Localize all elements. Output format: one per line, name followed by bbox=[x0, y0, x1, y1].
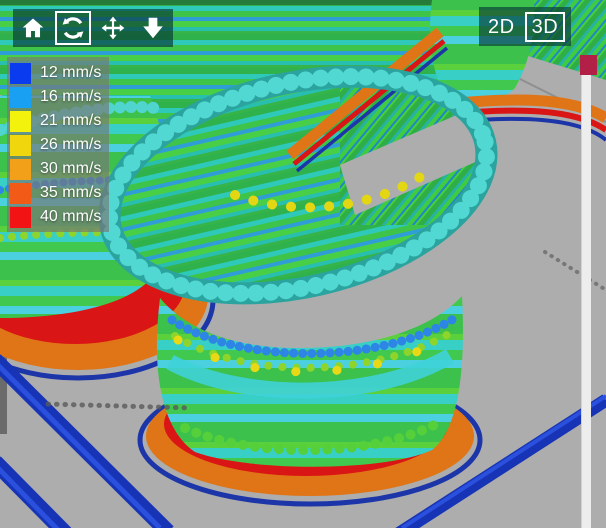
speed-legend: 12 mm/s 16 mm/s 21 mm/s 26 mm/s 30 mm/s … bbox=[7, 57, 109, 232]
view-toolbar bbox=[13, 9, 173, 47]
home-icon bbox=[20, 15, 46, 41]
legend-item: 35 mm/s bbox=[10, 181, 109, 205]
legend-swatch bbox=[10, 135, 31, 156]
legend-label: 30 mm/s bbox=[40, 160, 101, 178]
pan-button[interactable] bbox=[93, 9, 133, 47]
gcode-viewer-window: 2D 3D 12 mm/s 16 mm/s 21 mm/s 26 mm/s 30… bbox=[0, 0, 606, 528]
legend-swatch bbox=[10, 87, 31, 108]
rotate-button[interactable] bbox=[53, 9, 93, 47]
legend-label: 26 mm/s bbox=[40, 136, 101, 154]
legend-swatch bbox=[10, 159, 31, 180]
layer-slider-handle[interactable] bbox=[580, 55, 597, 75]
legend-label: 21 mm/s bbox=[40, 112, 101, 130]
view-3d-button[interactable]: 3D bbox=[525, 12, 566, 42]
legend-label: 12 mm/s bbox=[40, 64, 101, 82]
view-mode-toggle: 2D 3D bbox=[479, 7, 571, 46]
legend-label: 40 mm/s bbox=[40, 208, 101, 226]
lower-icon bbox=[140, 15, 166, 41]
legend-swatch bbox=[10, 111, 31, 132]
legend-swatch bbox=[10, 63, 31, 84]
lower-button[interactable] bbox=[133, 9, 173, 47]
layer-slider-track[interactable] bbox=[581, 56, 591, 528]
legend-item: 26 mm/s bbox=[10, 133, 109, 157]
legend-swatch bbox=[10, 207, 31, 228]
legend-item: 30 mm/s bbox=[10, 157, 109, 181]
rotate-icon bbox=[60, 15, 86, 41]
view-2d-button[interactable]: 2D bbox=[485, 13, 518, 41]
legend-swatch bbox=[10, 183, 31, 204]
home-button[interactable] bbox=[13, 9, 53, 47]
legend-item: 40 mm/s bbox=[10, 205, 109, 229]
legend-label: 35 mm/s bbox=[40, 184, 101, 202]
pan-icon bbox=[100, 15, 126, 41]
legend-item: 12 mm/s bbox=[10, 61, 109, 85]
legend-item: 21 mm/s bbox=[10, 109, 109, 133]
legend-item: 16 mm/s bbox=[10, 85, 109, 109]
legend-label: 16 mm/s bbox=[40, 88, 101, 106]
